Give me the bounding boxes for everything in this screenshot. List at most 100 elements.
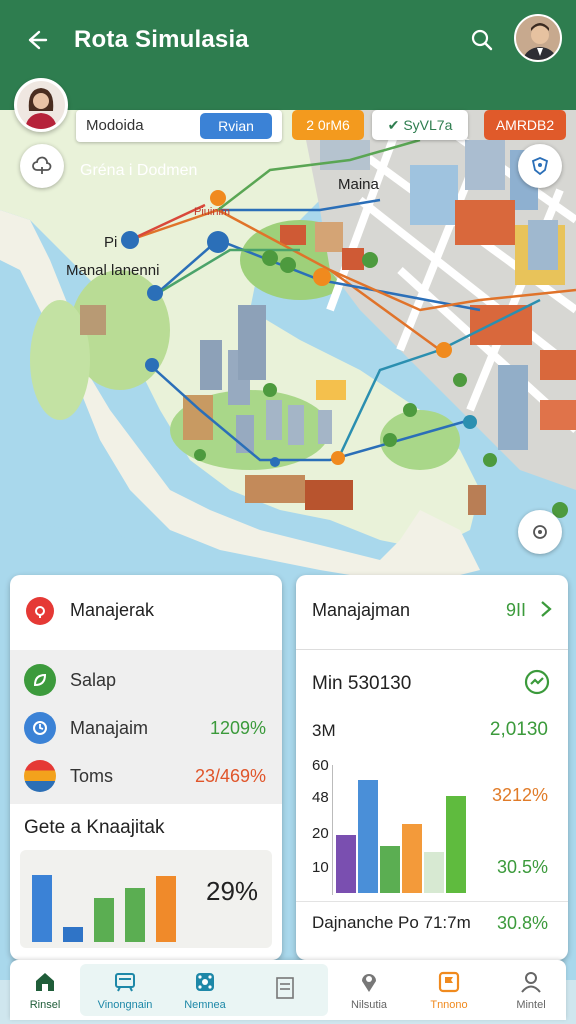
axis-tick: 60 — [312, 757, 329, 774]
filter-bar: Modoida Rvian 2 0rM6 ✔ SyVL7a AMRDB2 — [76, 110, 566, 142]
locate-map-button[interactable] — [518, 510, 562, 554]
sub-header: Gréna i Dodmen — [0, 80, 576, 179]
axis-tick: 20 — [312, 825, 329, 842]
compass-map-button[interactable] — [518, 144, 562, 188]
card-right-percent-b: 30.5% — [496, 857, 548, 877]
back-button[interactable] — [16, 20, 56, 60]
list-item-label: Toms — [70, 766, 114, 786]
nav-item-home[interactable]: Rinsel — [10, 960, 80, 1020]
trend-chat-icon[interactable] — [522, 667, 552, 697]
list-item[interactable]: Manajaim 1209% — [10, 704, 282, 752]
list-icon — [276, 977, 294, 999]
card-right-percent-a: 3212% — [491, 785, 548, 805]
navigation-icon — [531, 157, 549, 176]
chart-bar — [446, 795, 466, 893]
nav-item-flag[interactable]: Tnnono — [414, 960, 484, 1020]
crosshair-icon — [533, 525, 547, 539]
divider — [296, 649, 568, 650]
nav-label: Vinongnain — [97, 999, 153, 1011]
app-bar: Rota Simulasia — [0, 0, 576, 80]
card-left-list: Salap Manajaim 1209% Toms 23/469% — [10, 650, 282, 804]
stack-icon — [24, 760, 56, 792]
nav-label: Rinsel — [29, 999, 61, 1011]
list-item[interactable]: Salap — [10, 656, 282, 704]
axis-tick: 10 — [312, 859, 329, 876]
profile-avatar[interactable] — [514, 14, 562, 62]
back-arrow-icon — [28, 30, 48, 50]
home-icon — [36, 973, 54, 991]
card-right-title: Manajajman — [312, 600, 411, 620]
nav-item-location[interactable]: Nilsutia — [334, 960, 404, 1020]
page-title: Rota Simulasia — [74, 26, 249, 53]
nav-item-network[interactable]: Nemnea — [170, 960, 240, 1020]
chart-bar — [156, 876, 176, 942]
bottom-navigation: Rinsel Vinongnain Nemnea Nilsutia Tnnono… — [10, 960, 566, 1020]
filter-chip-check[interactable]: ✔ SyVL7a — [372, 110, 468, 140]
chart-bar — [125, 888, 145, 942]
nav-label: Mintel — [516, 999, 546, 1011]
card-left-percent: 29% — [206, 876, 259, 906]
user-name: Gréna i Dodmen — [80, 162, 198, 179]
list-item-value: 1209% — [209, 718, 266, 738]
chart-bar — [358, 780, 378, 893]
chart-bar — [32, 874, 52, 942]
list-item-value: 23/469% — [194, 766, 266, 786]
card-right-row-label: 3M — [312, 721, 336, 740]
leaf-icon — [24, 664, 56, 696]
nav-label: Nemnea — [184, 999, 226, 1011]
map-label-left-a: Pi — [104, 234, 118, 251]
layers-map-button[interactable] — [20, 144, 64, 188]
list-item-label: Salap — [70, 670, 117, 690]
location-icon — [362, 974, 376, 992]
chart-axis — [332, 765, 333, 895]
card-left-header[interactable]: Manajerak — [10, 575, 282, 647]
alert-icon — [26, 597, 54, 625]
card-right-bar-chart — [334, 765, 466, 893]
clock-icon — [24, 712, 56, 744]
chart-bar — [336, 835, 356, 893]
chart-bar — [380, 845, 400, 893]
flag-icon — [438, 971, 460, 993]
divider — [296, 901, 568, 902]
user-avatar[interactable] — [14, 78, 68, 132]
summary-card-right: Manajajman 9II Min 530130 3M 2,0130 60 4… — [296, 575, 568, 960]
chevron-right-icon[interactable] — [536, 597, 556, 621]
list-item-label: Manajaim — [70, 718, 149, 738]
chart-bar — [63, 926, 83, 942]
network-icon — [196, 973, 214, 991]
card-right-footer-label: Dajnanche Po 71:7m — [312, 913, 471, 932]
nav-item-list[interactable] — [250, 960, 320, 1020]
nav-label: Nilsutia — [350, 999, 388, 1011]
filter-chip-red[interactable]: AMRDB2 — [484, 110, 566, 140]
summary-card-left: Manajerak Salap Manajaim 1209% Toms 23/4… — [10, 575, 282, 960]
card-right-footer-value: 30.8% — [496, 913, 548, 933]
nav-label: Tnnono — [430, 999, 468, 1011]
cloud-icon — [32, 156, 52, 174]
card-right-head-value: 9II — [506, 600, 527, 620]
woman-avatar-icon — [17, 81, 65, 129]
card-left-bar-chart: 29% — [20, 850, 272, 948]
filter-chip-check-label: SyVL7a — [403, 117, 453, 133]
nav-item-profile[interactable]: Mintel — [496, 960, 566, 1020]
axis-tick: 48 — [312, 789, 329, 806]
nav-item-routes[interactable]: Vinongnain — [90, 960, 160, 1020]
filter-chip-orange[interactable]: 2 0rM6 — [292, 110, 364, 140]
card-left-subtitle: Gete a Knaajitak — [24, 817, 165, 838]
map-label-top: Maina — [338, 176, 379, 193]
man-avatar-icon — [516, 16, 560, 60]
check-icon: ✔ — [387, 116, 400, 133]
filter-chip-blue[interactable]: Rvian — [200, 113, 272, 139]
chart-bar — [94, 898, 114, 942]
user-icon — [521, 972, 541, 993]
search-button[interactable] — [462, 20, 502, 60]
list-item[interactable]: Toms 23/469% — [10, 752, 282, 800]
map-label-dest: Piuinim — [194, 206, 231, 218]
card-right-row-value: 2,0130 — [489, 719, 548, 740]
chart-bar — [424, 852, 444, 893]
card-left-title: Manajerak — [70, 600, 155, 620]
card-right-metric: Min 530130 — [312, 673, 412, 694]
bus-icon — [115, 973, 135, 992]
chart-bar — [402, 823, 422, 893]
filter-field-text: Modoida — [86, 117, 144, 134]
map-label-left-b: Manal lanenni — [66, 262, 160, 279]
